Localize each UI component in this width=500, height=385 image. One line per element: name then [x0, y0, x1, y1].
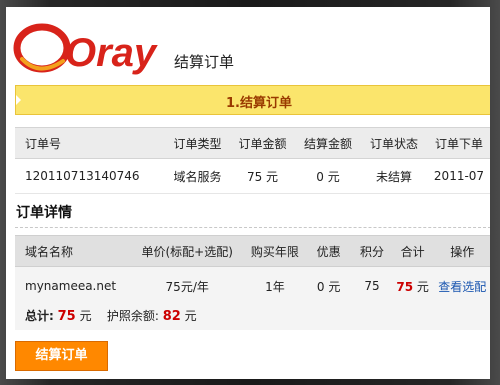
total-value: 75 — [57, 309, 76, 324]
header: Oray 结算订单 — [6, 7, 490, 87]
submit-order-button[interactable]: 结算订单 — [15, 341, 108, 371]
total-label: 总计: — [25, 309, 54, 323]
divider — [15, 227, 490, 228]
col-discount: 优惠 — [305, 235, 353, 267]
detail-table: 域名名称 单价(标配+选配) 购买年限 优惠 积分 合计 操作 mynameea… — [15, 235, 490, 305]
discount: 0 元 — [305, 266, 353, 305]
detail-section: 域名名称 单价(标配+选配) 购买年限 优惠 积分 合计 操作 mynameea… — [15, 235, 490, 330]
order-number: 120110713140746 — [15, 158, 165, 194]
col-domain-name: 域名名称 — [15, 235, 130, 267]
page-title: 结算订单 — [174, 53, 235, 71]
view-options-link[interactable]: 查看选配 — [438, 280, 486, 294]
total-unit: 元 — [79, 309, 92, 323]
step-arrow-icon — [16, 95, 21, 105]
col-order-number: 订单号 — [15, 127, 165, 159]
totals-bar: 总计: 75 元 护照余额: 82 元 — [25, 307, 197, 324]
col-years: 购买年限 — [244, 235, 306, 267]
table-row: mynameea.net 75元/年 1年 0 元 75 75 元 查看选配 — [15, 266, 490, 305]
col-order-status: 订单状态 — [361, 127, 427, 159]
years: 1年 — [244, 266, 306, 305]
order-date: 2011-07 — [427, 158, 490, 194]
section-title-details: 订单详情 — [16, 205, 72, 221]
col-order-amount: 订单金额 — [230, 127, 295, 159]
action-cell: 查看选配 — [433, 266, 490, 305]
passport-label: 护照余额: — [106, 309, 159, 323]
table-row: 120110713140746 域名服务 75 元 0 元 未结算 2011-0… — [15, 158, 490, 194]
passport-value: 82 — [162, 309, 181, 324]
passport-unit: 元 — [184, 309, 197, 323]
step-bar: 1.结算订单 — [15, 85, 490, 115]
col-action: 操作 — [433, 235, 490, 267]
col-order-type: 订单类型 — [165, 127, 230, 159]
order-amount: 75 元 — [230, 158, 295, 194]
order-status: 未结算 — [361, 158, 427, 194]
points: 75 — [352, 266, 392, 305]
row-total-value: 75 — [396, 279, 414, 294]
col-points: 积分 — [352, 235, 392, 267]
checkout-panel: Oray 结算订单 1.结算订单 订单号 订单类型 订单金额 结算金额 订单状态… — [6, 7, 490, 379]
row-total-unit: 元 — [416, 279, 429, 294]
domain-name: mynameea.net — [15, 266, 130, 305]
order-table-header-row: 订单号 订单类型 订单金额 结算金额 订单状态 订单下单 — [15, 127, 490, 159]
order-type: 域名服务 — [165, 158, 230, 194]
logo-text: Oray — [65, 31, 158, 75]
col-unit-price: 单价(标配+选配) — [129, 235, 245, 267]
row-total: 75 元 — [391, 266, 434, 305]
oray-logo: Oray — [13, 23, 158, 75]
col-settle-amount: 结算金额 — [295, 127, 361, 159]
order-table: 订单号 订单类型 订单金额 结算金额 订单状态 订单下单 12011071314… — [15, 127, 490, 194]
col-order-date: 订单下单 — [427, 127, 490, 159]
detail-table-header-row: 域名名称 单价(标配+选配) 购买年限 优惠 积分 合计 操作 — [15, 235, 490, 267]
unit-price: 75元/年 — [129, 266, 245, 305]
step-label: 1.结算订单 — [226, 96, 292, 111]
col-total: 合计 — [391, 235, 434, 267]
settle-amount: 0 元 — [295, 158, 361, 194]
